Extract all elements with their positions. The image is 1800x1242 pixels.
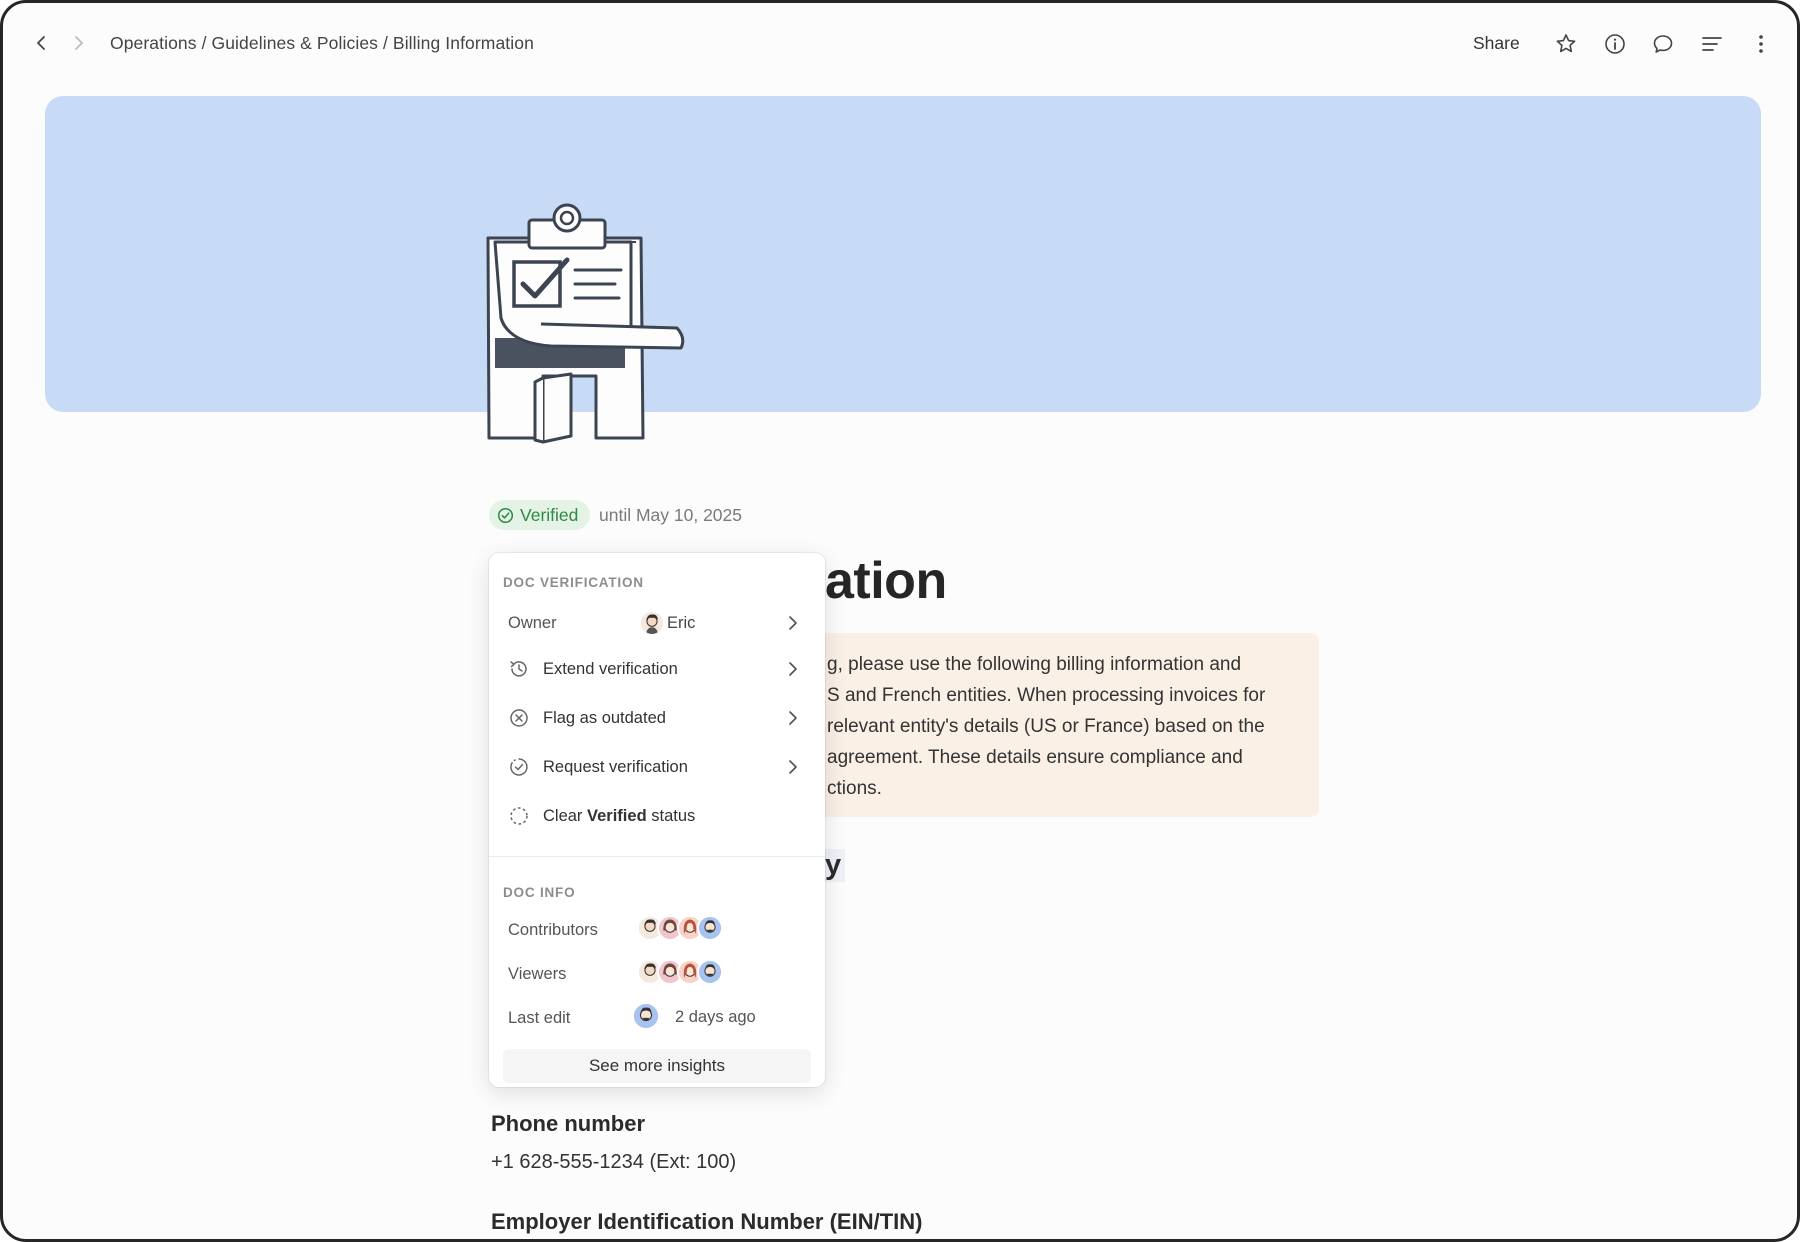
- owner-chevron: [783, 613, 803, 633]
- star-button[interactable]: [1553, 31, 1579, 57]
- avatar: [639, 610, 665, 636]
- cover-banner: [45, 96, 1761, 412]
- clear-verified-status-label: Clear Verified status: [543, 807, 695, 826]
- top-bar: Operations / Guidelines & Policies / Bil…: [3, 3, 1797, 87]
- clock-refresh-icon: [507, 657, 531, 681]
- last-edit-label: Last edit: [508, 1009, 571, 1027]
- doc-verification-popover: DOC VERIFICATION Owner Eric Extend verif…: [489, 553, 825, 1087]
- owner-avatar-icon: [641, 612, 663, 634]
- request-verification-chevron: [783, 757, 803, 777]
- breadcrumb-item-current[interactable]: Billing Information: [393, 33, 534, 53]
- flag-outdated-label: Flag as outdated: [543, 708, 666, 727]
- doc-info-title: DOC INFO: [503, 885, 576, 900]
- owner-label: Owner: [508, 614, 557, 632]
- avatar: [697, 959, 723, 985]
- star-icon: [1556, 34, 1576, 53]
- breadcrumb-separator: /: [382, 33, 388, 53]
- owner-name: Eric: [667, 614, 696, 632]
- chevron-right-icon: [789, 711, 797, 725]
- x-circle-icon: [507, 706, 531, 730]
- popover-divider: [489, 856, 825, 857]
- doc-verification-title: DOC VERIFICATION: [503, 575, 644, 590]
- see-more-insights-button[interactable]: See more insights: [503, 1049, 811, 1083]
- forward-button[interactable]: [65, 29, 93, 57]
- comment-icon: [1653, 35, 1673, 53]
- info-button[interactable]: [1602, 31, 1628, 57]
- extend-verification-item[interactable]: Extend verification: [497, 649, 817, 689]
- back-button[interactable]: [27, 29, 55, 57]
- request-verification-label: Request verification: [543, 757, 688, 776]
- check-circle-icon: [497, 507, 514, 523]
- breadcrumb-item-guidelines[interactable]: Guidelines & Policies: [212, 33, 379, 53]
- clear-prefix: Clear: [543, 806, 583, 825]
- comments-button[interactable]: [1650, 31, 1676, 57]
- flag-outdated-item[interactable]: Flag as outdated: [497, 698, 817, 738]
- clear-verified-status-item[interactable]: Clear Verified status: [497, 796, 817, 836]
- verified-label: Verified: [520, 504, 579, 525]
- breadcrumb-separator: /: [201, 33, 207, 53]
- chevron-right-icon: [75, 36, 83, 50]
- clipboard-checklist-illustration: [486, 203, 685, 444]
- more-icon: [1759, 35, 1763, 53]
- flag-outdated-chevron: [783, 708, 803, 728]
- page-title-visible-text: ation: [825, 552, 947, 610]
- check-circle-dashed-icon: [507, 755, 531, 779]
- owner-row[interactable]: Owner Eric: [497, 603, 817, 643]
- dashed-circle-icon: [507, 804, 531, 828]
- verified-badge[interactable]: Verified: [489, 500, 591, 530]
- chevron-right-icon: [789, 616, 797, 630]
- field-label-phone: Phone number: [491, 1111, 646, 1136]
- outline-button[interactable]: [1699, 31, 1725, 57]
- avatar: [697, 915, 723, 941]
- contributors-label: Contributors: [508, 921, 598, 939]
- breadcrumb-item-operations[interactable]: Operations: [110, 33, 197, 53]
- clear-suffix: status: [651, 806, 696, 825]
- verified-until-date: until May 10, 2025: [599, 505, 743, 525]
- viewers-label: Viewers: [508, 965, 567, 983]
- info-icon: [1605, 34, 1625, 54]
- extend-verification-chevron: [783, 659, 803, 679]
- viewers-avatars[interactable]: [637, 959, 737, 989]
- chevron-right-icon: [789, 662, 797, 676]
- app-window: Operations / Guidelines & Policies / Bil…: [0, 0, 1800, 1242]
- chevron-left-icon: [37, 36, 45, 50]
- breadcrumb: Operations / Guidelines & Policies / Bil…: [110, 33, 534, 54]
- contributors-avatars[interactable]: [637, 915, 737, 945]
- field-label-ein: Employer Identification Number (EIN/TIN): [491, 1209, 923, 1234]
- more-options-button[interactable]: [1748, 31, 1774, 57]
- chevron-right-icon: [789, 760, 797, 774]
- outline-icon: [1702, 37, 1722, 51]
- avatar: [632, 1002, 660, 1030]
- last-edit-value: 2 days ago: [675, 1008, 756, 1026]
- clear-bold: Verified: [587, 806, 647, 825]
- request-verification-item[interactable]: Request verification: [497, 747, 817, 787]
- share-button[interactable]: Share: [1473, 33, 1520, 54]
- extend-verification-label: Extend verification: [543, 659, 678, 678]
- field-value-phone: +1 628-555-1234 (Ext: 100): [491, 1151, 737, 1173]
